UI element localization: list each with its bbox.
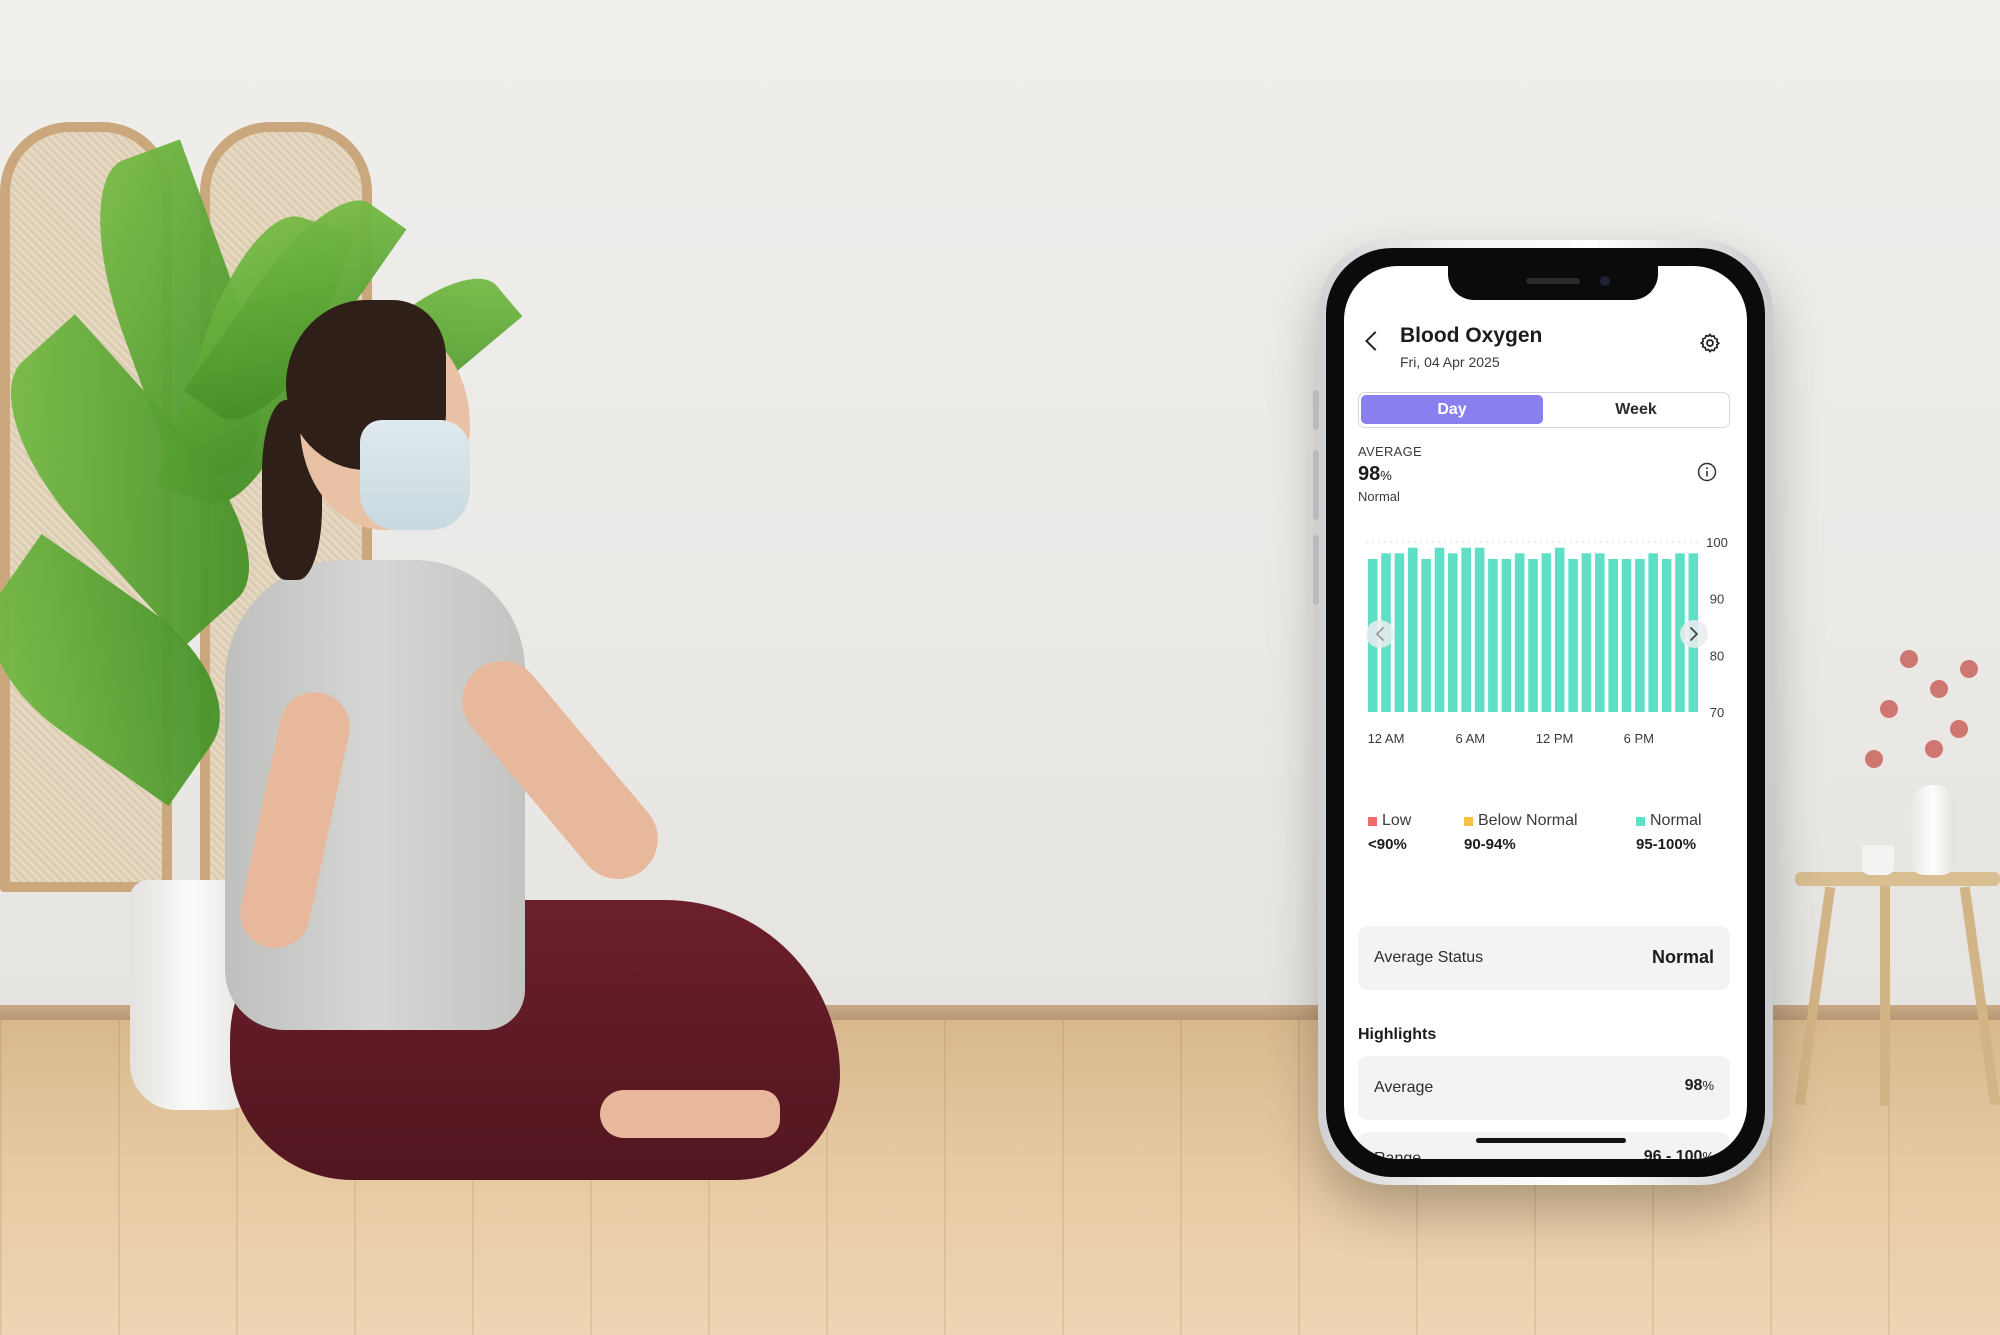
chevron-left-icon[interactable]: [1366, 620, 1394, 648]
highlight-average-card: Average 98%: [1358, 1056, 1730, 1120]
average-value: 98%: [1358, 463, 1392, 485]
legend-range: <90%: [1368, 836, 1407, 854]
chart-legend: Low <90% Below Normal 90-94% Normal 95-1…: [1344, 812, 1745, 872]
chart-bar: [1488, 559, 1498, 712]
legend-range: 95-100%: [1636, 836, 1697, 854]
legend-item-below-normal: Below Normal 90-94%: [1464, 812, 1578, 853]
chart-bar: [1528, 559, 1538, 712]
y-tick-label: 70: [1710, 705, 1724, 720]
highlight-range-label: Range: [1374, 1150, 1422, 1159]
chart-bar: [1581, 553, 1592, 712]
chart-bar: [1661, 559, 1672, 712]
legend-swatch-low: [1368, 816, 1377, 826]
highlight-range-card: Range 96 - 100%: [1358, 1132, 1730, 1159]
average-label: AVERAGE: [1358, 444, 1422, 459]
chart-bar: [1554, 547, 1565, 712]
average-status-text: Normal: [1358, 489, 1400, 504]
chart-bar: [1461, 547, 1471, 712]
info-icon[interactable]: [1697, 462, 1717, 482]
y-tick-label: 90: [1710, 592, 1724, 607]
chart-bar: [1635, 559, 1645, 712]
legend-range: 90-94%: [1464, 836, 1516, 854]
gear-icon[interactable]: [1699, 332, 1721, 354]
chart-bar: [1408, 547, 1418, 712]
highlight-average-value: 98%: [1684, 1077, 1714, 1094]
legend-item-normal: Normal 95-100%: [1636, 812, 1702, 853]
chart-bar: [1595, 553, 1605, 712]
period-toggle: Day Week: [1358, 392, 1730, 428]
app-header: Blood Oxygen Fri, 04 Apr 2025: [1344, 318, 1745, 378]
chart-bar: [1394, 553, 1405, 712]
smartphone: Blood Oxygen Fri, 04 Apr 2025 Day Week A…: [1313, 240, 1773, 1185]
y-tick-label: 80: [1710, 648, 1724, 663]
chart-bar: [1434, 547, 1445, 712]
legend-name: Low: [1382, 812, 1412, 829]
chart-bar: [1474, 547, 1485, 712]
legend-item-low: Low <90%: [1368, 812, 1411, 853]
back-arrow-icon[interactable]: [1365, 331, 1385, 351]
chart-bar: [1621, 559, 1632, 712]
tab-day[interactable]: Day: [1361, 395, 1543, 424]
average-status-card[interactable]: Average Status Normal: [1358, 926, 1730, 990]
chart-bar: [1514, 553, 1525, 712]
phone-screen: Blood Oxygen Fri, 04 Apr 2025 Day Week A…: [1344, 266, 1747, 1159]
chart-bar: [1648, 553, 1658, 712]
blood-oxygen-app: Blood Oxygen Fri, 04 Apr 2025 Day Week A…: [1344, 266, 1745, 1159]
x-tick-label: 6 PM: [1624, 731, 1654, 746]
x-tick-label: 12 PM: [1536, 731, 1574, 746]
chart-bar: [1448, 553, 1458, 712]
page-date: Fri, 04 Apr 2025: [1400, 354, 1500, 370]
x-tick-label: 6 AM: [1455, 731, 1485, 746]
page-title: Blood Oxygen: [1400, 324, 1543, 347]
blood-oxygen-chart: 70 80 90 100 12 AM 6 AM 12 PM 6 PM: [1366, 535, 1728, 746]
highlight-range-value: 96 - 100%: [1643, 1148, 1714, 1159]
x-tick-label: 12 AM: [1368, 731, 1405, 746]
legend-swatch-normal: [1636, 816, 1645, 826]
legend-name: Normal: [1650, 812, 1702, 829]
average-status-value: Normal: [1651, 947, 1714, 967]
tab-week[interactable]: Week: [1545, 395, 1727, 424]
chart-bar: [1541, 553, 1552, 712]
average-status-label: Average Status: [1374, 949, 1484, 966]
highlight-average-label: Average: [1374, 1079, 1434, 1096]
highlights-heading: Highlights: [1358, 1026, 1437, 1043]
chart-bar: [1608, 559, 1618, 712]
chart-bar: [1568, 559, 1578, 712]
chevron-right-icon[interactable]: [1680, 620, 1708, 648]
chart-bar: [1501, 559, 1512, 712]
home-indicator[interactable]: [1476, 1138, 1626, 1143]
y-tick-label: 100: [1706, 535, 1728, 550]
legend-name: Below Normal: [1478, 812, 1578, 829]
legend-swatch-below-normal: [1464, 816, 1473, 826]
chart-bar: [1421, 559, 1431, 712]
